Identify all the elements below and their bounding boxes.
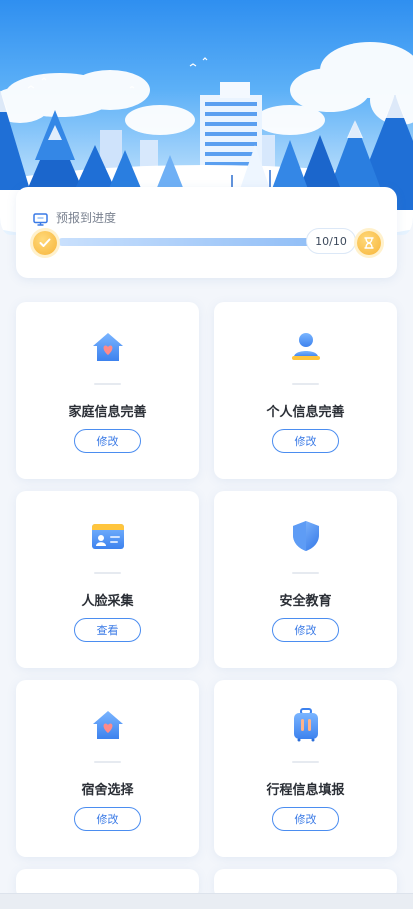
- view-button[interactable]: 查看: [74, 618, 141, 642]
- registration-progress-card: 预报到进度 10/10: [16, 187, 397, 278]
- edit-button[interactable]: 修改: [74, 429, 141, 453]
- edit-button[interactable]: 修改: [272, 618, 339, 642]
- progress-title: 预报到进度: [56, 210, 117, 225]
- task-card-face-capture: 人脸采集 查看: [16, 491, 199, 668]
- task-card-safety-education: 安全教育 修改: [214, 491, 397, 668]
- progress-bar: [58, 238, 322, 246]
- house-heart-icon: [91, 330, 125, 364]
- house-heart-icon: [91, 708, 125, 742]
- hourglass-icon: [357, 231, 381, 255]
- card-title: 人脸采集: [81, 594, 134, 609]
- id-card-icon: [91, 519, 125, 553]
- bottom-bar: [0, 893, 413, 909]
- card-title: 家庭信息完善: [68, 405, 147, 420]
- card-title: 行程信息填报: [266, 783, 345, 798]
- monitor-icon: [33, 211, 48, 226]
- card-divider: [94, 761, 121, 763]
- card-divider: [292, 761, 319, 763]
- card-divider: [94, 383, 121, 385]
- progress-count-badge: 10/10: [306, 228, 356, 254]
- person-icon: [289, 330, 323, 364]
- card-divider: [292, 383, 319, 385]
- task-card-travel-info: 行程信息填报 修改: [214, 680, 397, 857]
- card-title: 宿舍选择: [81, 783, 134, 798]
- edit-button[interactable]: 修改: [272, 429, 339, 453]
- card-title: 个人信息完善: [266, 405, 345, 420]
- card-divider: [94, 572, 121, 574]
- progress-header: 预报到进度: [33, 209, 117, 226]
- edit-button[interactable]: 修改: [272, 807, 339, 831]
- task-card-dorm-selection: 宿舍选择 修改: [16, 680, 199, 857]
- luggage-icon: [289, 708, 323, 742]
- card-title: 安全教育: [279, 594, 332, 609]
- check-icon: [33, 231, 57, 255]
- card-divider: [292, 572, 319, 574]
- shield-icon: [289, 519, 323, 553]
- task-card-personal-info: 个人信息完善 修改: [214, 302, 397, 479]
- progress-bar-fill: [58, 238, 322, 246]
- edit-button[interactable]: 修改: [74, 807, 141, 831]
- task-card-family-info: 家庭信息完善 修改: [16, 302, 199, 479]
